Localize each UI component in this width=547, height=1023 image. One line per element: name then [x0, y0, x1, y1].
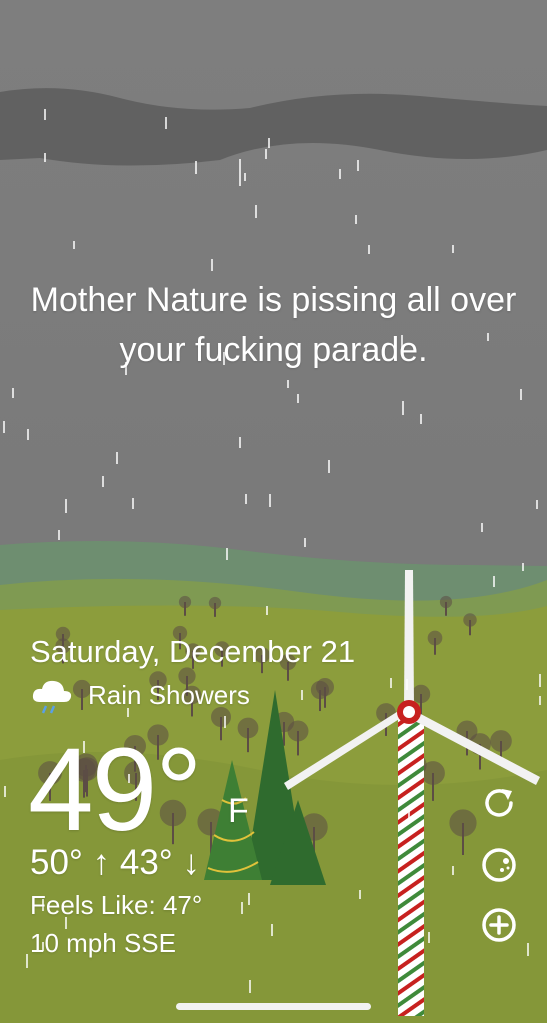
current-temperature: 49° — [28, 724, 202, 856]
moon-icon — [482, 848, 516, 882]
add-location-button[interactable] — [479, 905, 519, 945]
rain-cloud-icon — [32, 680, 72, 714]
refresh-button[interactable] — [479, 783, 519, 823]
wind-speed: 10 mph SSE — [30, 928, 176, 958]
moon-button[interactable] — [479, 845, 519, 885]
date-label: Saturday, December 21 — [30, 634, 356, 669]
headline-message: Mother Nature is pissing all over your f… — [30, 281, 517, 369]
temperature-unit[interactable]: F — [228, 792, 249, 831]
turbine-tower — [398, 716, 424, 1016]
high-low-temperature: 50° ↑ 43° ↓ — [30, 843, 201, 882]
condition-label: Rain Showers — [88, 680, 250, 710]
home-indicator[interactable] — [176, 1003, 371, 1010]
feels-like: Feels Like: 47° — [30, 890, 203, 920]
